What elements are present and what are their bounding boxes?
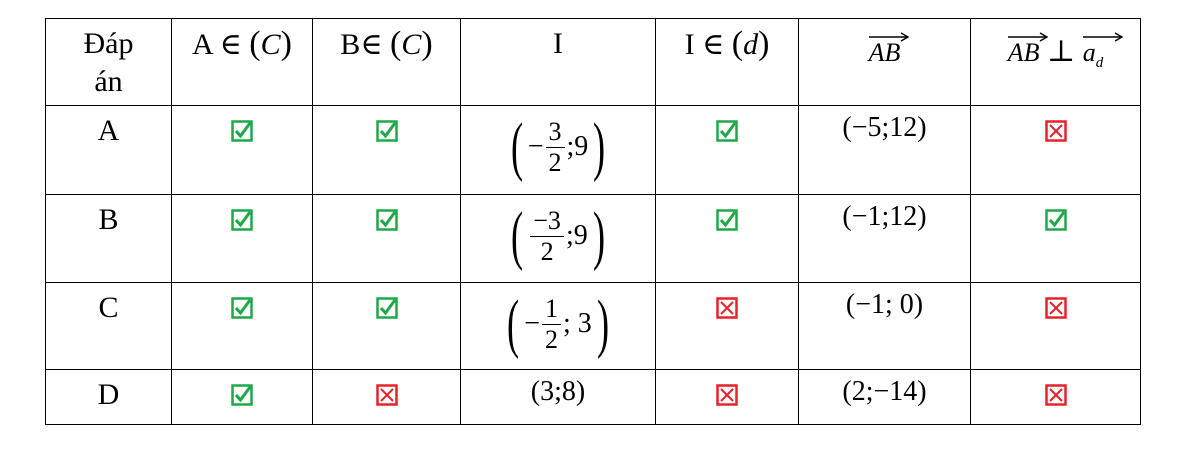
checkbox-checked-icon <box>231 384 253 406</box>
check-cell <box>970 105 1141 195</box>
checkbox-checked-icon <box>716 209 738 231</box>
checkbox-crossed-icon <box>716 297 738 319</box>
checkbox-crossed-icon <box>1044 384 1067 406</box>
vector-ab-cell: (−1;12) <box>798 194 971 283</box>
checkbox-crossed-icon <box>1044 297 1067 319</box>
checkbox-checked-icon <box>1044 209 1067 231</box>
header-i-in-d: I ∈ (d) <box>655 18 799 106</box>
header-b-in-c: B∈ (C) <box>312 18 461 106</box>
table-row: C (−1 2; 3) (−1; 0) <box>45 282 1141 370</box>
checkbox-checked-icon <box>231 120 253 142</box>
check-cell <box>312 282 461 370</box>
vector-ab-cell: (−1; 0) <box>798 282 971 370</box>
check-cell <box>970 282 1141 370</box>
checkbox-crossed-icon <box>1044 120 1067 142</box>
check-cell <box>970 369 1141 425</box>
point-i-cell: (−3 2 ;9) <box>460 194 656 283</box>
header-ab-vector: AB <box>798 18 971 106</box>
point-i-cell: (3;8) <box>460 369 656 425</box>
row-label: D <box>45 369 172 425</box>
checkbox-crossed-icon <box>716 384 738 406</box>
header-dap-an: Đáp án <box>45 18 172 106</box>
check-cell <box>312 369 461 425</box>
table-row: A (−3 2 ;9) (−5;12) <box>45 105 1141 195</box>
check-cell <box>171 105 313 195</box>
check-cell <box>655 369 799 425</box>
check-cell <box>655 282 799 370</box>
checkbox-checked-icon <box>716 120 738 142</box>
table-row: D (3;8) (2;−14) <box>45 369 1141 425</box>
checkbox-checked-icon <box>231 209 253 231</box>
row-label: C <box>45 282 172 370</box>
check-cell <box>970 194 1141 283</box>
check-cell <box>171 369 313 425</box>
check-cell <box>655 194 799 283</box>
table-row: B (−3 2 ;9) (−1;12) <box>45 194 1141 283</box>
answer-table: Đáp án A ∈ (C) B∈ (C) I I ∈ (d) AB AB ⊥ a… <box>45 18 1141 425</box>
header-a-in-c: A ∈ (C) <box>171 18 313 106</box>
point-i-cell: (−1 2; 3) <box>460 282 656 370</box>
check-cell <box>312 105 461 195</box>
check-cell <box>655 105 799 195</box>
vector-ab-cell: (2;−14) <box>798 369 971 425</box>
check-cell <box>312 194 461 283</box>
check-cell <box>171 282 313 370</box>
header-ab-perp-ad: AB ⊥ ad <box>970 18 1141 106</box>
point-i-cell: (−3 2 ;9) <box>460 105 656 195</box>
vector-ab-cell: (−5;12) <box>798 105 971 195</box>
header-row: Đáp án A ∈ (C) B∈ (C) I I ∈ (d) AB AB ⊥ a… <box>45 18 1141 106</box>
checkbox-checked-icon <box>375 209 398 231</box>
row-label: A <box>45 105 172 195</box>
checkbox-crossed-icon <box>375 384 398 406</box>
header-i: I <box>460 18 656 106</box>
checkbox-checked-icon <box>375 120 398 142</box>
checkbox-checked-icon <box>231 297 253 319</box>
check-cell <box>171 194 313 283</box>
row-label: B <box>45 194 172 283</box>
checkbox-checked-icon <box>375 297 398 319</box>
